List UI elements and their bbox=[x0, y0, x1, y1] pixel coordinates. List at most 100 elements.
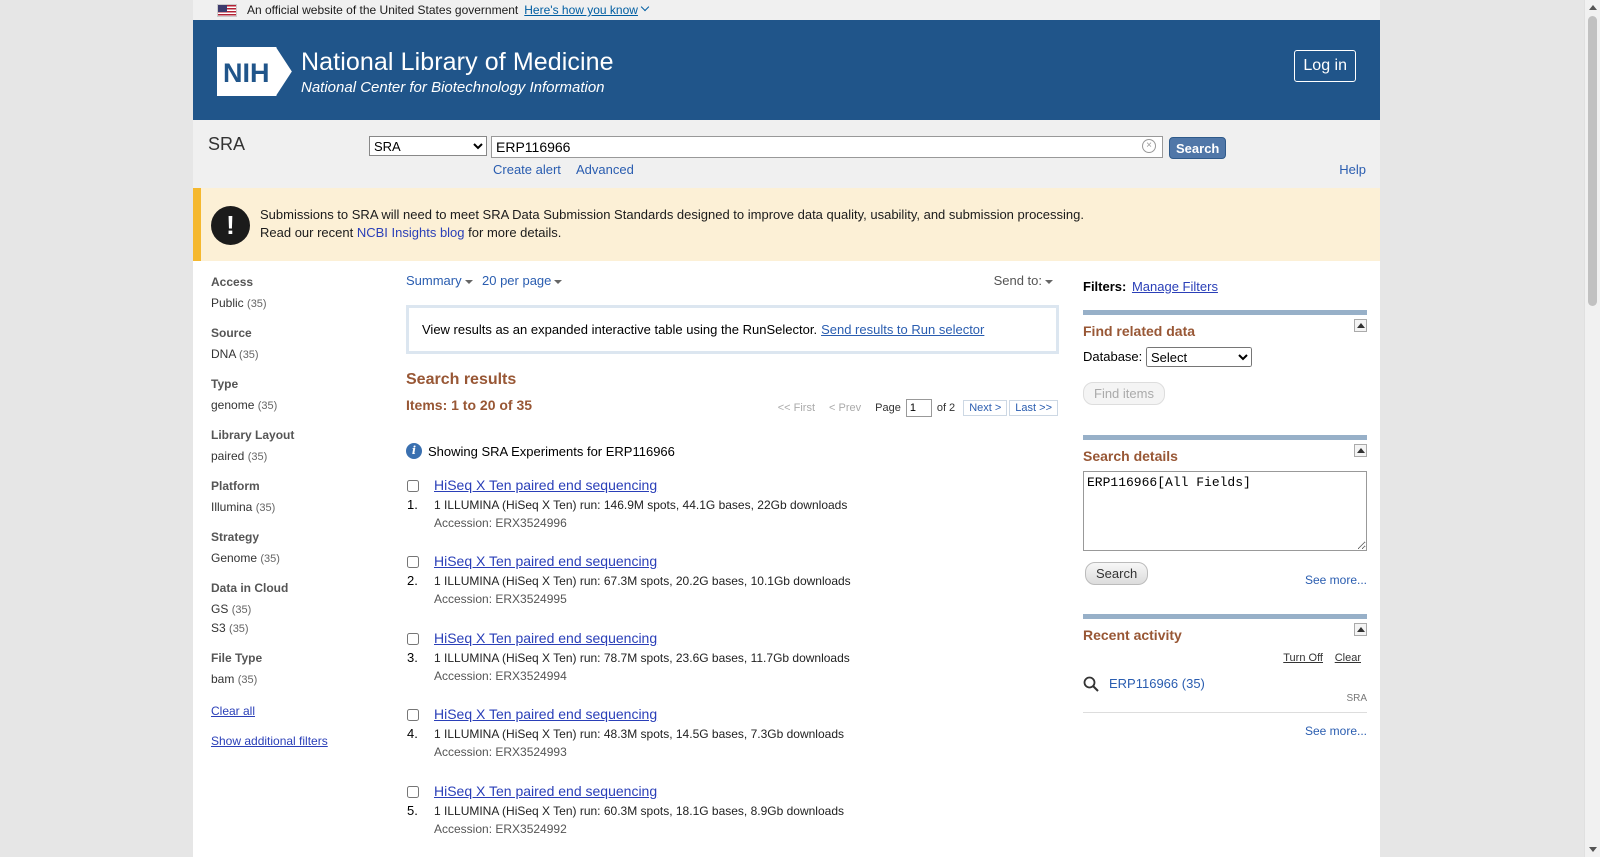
result-checkbox[interactable] bbox=[407, 786, 419, 798]
facet-option[interactable]: Genome (35) bbox=[211, 549, 391, 568]
result-title-link[interactable]: HiSeq X Ten paired end sequencing bbox=[434, 630, 657, 646]
per-page-label[interactable]: 20 per page bbox=[482, 273, 551, 288]
result-checkbox[interactable] bbox=[407, 480, 419, 492]
chevron-down-icon[interactable] bbox=[640, 2, 650, 12]
facet-option[interactable]: DNA (35) bbox=[211, 345, 391, 364]
result-checkbox[interactable] bbox=[407, 709, 419, 721]
library-title[interactable]: National Library of Medicine bbox=[301, 48, 614, 77]
clear-all-filters-link[interactable]: Clear all bbox=[211, 704, 391, 718]
login-button[interactable]: Log in bbox=[1294, 50, 1356, 82]
query-textarea[interactable]: ERP116966[All Fields] bbox=[1083, 471, 1367, 551]
caret-down-icon[interactable] bbox=[554, 279, 563, 284]
result-title-link[interactable]: HiSeq X Ten paired end sequencing bbox=[434, 553, 657, 569]
collapse-toggle-icon[interactable] bbox=[1354, 623, 1367, 636]
advanced-search-link[interactable]: Advanced bbox=[576, 162, 634, 177]
ncbi-insights-link[interactable]: NCBI Insights blog bbox=[357, 225, 465, 240]
facet-option-label[interactable]: Genome bbox=[211, 551, 257, 565]
facet-option-count: (35) bbox=[247, 451, 268, 463]
help-link[interactable]: Help bbox=[1339, 162, 1366, 177]
facet-option[interactable]: bam (35) bbox=[211, 670, 391, 689]
next-page-button[interactable]: Next > bbox=[963, 400, 1008, 416]
prev-page-link[interactable]: < Prev bbox=[829, 402, 861, 414]
clear-search-icon[interactable]: × bbox=[1142, 139, 1156, 153]
collapse-toggle-icon[interactable] bbox=[1354, 444, 1367, 457]
send-to-menu[interactable]: Send to: bbox=[994, 273, 1053, 288]
facet-option-label[interactable]: Public bbox=[211, 296, 244, 310]
facet-option-label[interactable]: S3 bbox=[211, 621, 226, 635]
facet-option-count: (35) bbox=[260, 553, 280, 565]
clear-activity-link[interactable]: Clear bbox=[1335, 652, 1361, 664]
nih-logo-icon[interactable]: NIH bbox=[217, 47, 297, 96]
page-scrollbar[interactable] bbox=[1584, 0, 1600, 857]
facet-option-label[interactable]: bam bbox=[211, 672, 234, 686]
divider bbox=[1083, 712, 1367, 713]
find-related-data-panel: Find related data Database: Select Find … bbox=[1083, 310, 1367, 420]
facet-library-layout: Library Layout paired (35) bbox=[211, 428, 391, 466]
facet-option[interactable]: paired (35) bbox=[211, 447, 391, 466]
recent-activity-item-link[interactable]: ERP116966 (35) bbox=[1109, 676, 1205, 691]
database-select[interactable]: SRA bbox=[369, 136, 487, 156]
facet-option-label[interactable]: genome bbox=[211, 398, 254, 412]
facet-option[interactable]: S3 (35) bbox=[211, 619, 391, 638]
turn-off-link[interactable]: Turn Off bbox=[1283, 652, 1323, 664]
result-item: 1. HiSeq X Ten paired end sequencing 1 I… bbox=[406, 477, 1056, 537]
facet-option-label[interactable]: paired bbox=[211, 449, 244, 463]
scroll-down-icon[interactable] bbox=[1589, 847, 1597, 852]
show-additional-filters-link[interactable]: Show additional filters bbox=[211, 734, 391, 748]
facet-option[interactable]: Illumina (35) bbox=[211, 498, 391, 517]
scroll-up-icon[interactable] bbox=[1589, 5, 1597, 10]
result-item: 2. HiSeq X Ten paired end sequencing 1 I… bbox=[406, 553, 1056, 613]
facet-option[interactable]: Public (35) bbox=[211, 294, 391, 313]
search-details-search-button[interactable]: Search bbox=[1085, 562, 1149, 585]
result-accession: Accession: ERX3524995 bbox=[434, 592, 567, 606]
result-description: 1 ILLUMINA (HiSeq X Ten) run: 146.9M spo… bbox=[434, 498, 848, 512]
result-item: 4. HiSeq X Ten paired end sequencing 1 I… bbox=[406, 706, 1056, 766]
facet-title: Source bbox=[211, 326, 252, 340]
panel-title: Recent activity bbox=[1083, 627, 1182, 643]
run-selector-box: View results as an expanded interactive … bbox=[406, 305, 1059, 354]
facet-data-in-cloud: Data in Cloud GS (35) S3 (35) bbox=[211, 581, 391, 638]
per-page-menu[interactable]: 20 per page bbox=[482, 273, 563, 288]
library-subtitle[interactable]: National Center for Biotechnology Inform… bbox=[301, 79, 605, 96]
summary-format-menu[interactable]: Summary bbox=[406, 273, 473, 288]
collapse-toggle-icon[interactable] bbox=[1354, 319, 1367, 332]
facet-title: Library Layout bbox=[211, 428, 295, 442]
facet-option-label[interactable]: GS bbox=[211, 602, 228, 616]
nih-logo-text: NIH bbox=[223, 58, 270, 88]
page-number-input[interactable] bbox=[905, 399, 932, 417]
info-icon: i bbox=[406, 443, 422, 459]
caret-down-icon[interactable] bbox=[1045, 279, 1053, 284]
result-title-link[interactable]: HiSeq X Ten paired end sequencing bbox=[434, 783, 657, 799]
page-label: Page bbox=[875, 402, 901, 414]
how-you-know-link[interactable]: Here's how you know bbox=[524, 3, 638, 17]
facet-title: Platform bbox=[211, 479, 260, 493]
summary-label[interactable]: Summary bbox=[406, 273, 462, 288]
facet-option-label[interactable]: DNA bbox=[211, 347, 236, 361]
search-details-see-more-link[interactable]: See more... bbox=[1305, 573, 1367, 587]
first-page-link[interactable]: << First bbox=[778, 402, 815, 414]
facet-option-label[interactable]: Illumina bbox=[211, 500, 252, 514]
result-title-link[interactable]: HiSeq X Ten paired end sequencing bbox=[434, 477, 657, 493]
manage-filters-link[interactable]: Manage Filters bbox=[1132, 279, 1218, 294]
caret-down-icon[interactable] bbox=[464, 279, 473, 284]
result-title-link[interactable]: HiSeq X Ten paired end sequencing bbox=[434, 706, 657, 722]
search-button[interactable]: Search bbox=[1169, 137, 1227, 159]
related-database-select[interactable]: Select bbox=[1146, 347, 1252, 367]
facet-option[interactable]: GS (35) bbox=[211, 600, 391, 619]
create-alert-link[interactable]: Create alert bbox=[493, 162, 561, 177]
page-total: of 2 bbox=[936, 402, 956, 414]
alert-prefix: Read our recent bbox=[260, 225, 354, 240]
send-to-run-selector-link[interactable]: Send results to Run selector bbox=[821, 322, 984, 337]
facet-sidebar: Access Public (35) Source DNA (35) Type … bbox=[211, 275, 391, 748]
send-to-label[interactable]: Send to: bbox=[994, 273, 1042, 288]
result-checkbox[interactable] bbox=[407, 556, 419, 568]
facet-option[interactable]: genome (35) bbox=[211, 396, 391, 415]
scrollbar-thumb[interactable] bbox=[1588, 16, 1597, 306]
recent-activity-see-more-link[interactable]: See more... bbox=[1305, 724, 1367, 738]
search-icon bbox=[1083, 676, 1099, 692]
search-input[interactable] bbox=[491, 136, 1163, 158]
last-page-button[interactable]: Last >> bbox=[1009, 400, 1058, 416]
find-items-button[interactable]: Find items bbox=[1083, 382, 1165, 405]
facet-title: Strategy bbox=[211, 530, 260, 544]
result-checkbox[interactable] bbox=[407, 633, 419, 645]
